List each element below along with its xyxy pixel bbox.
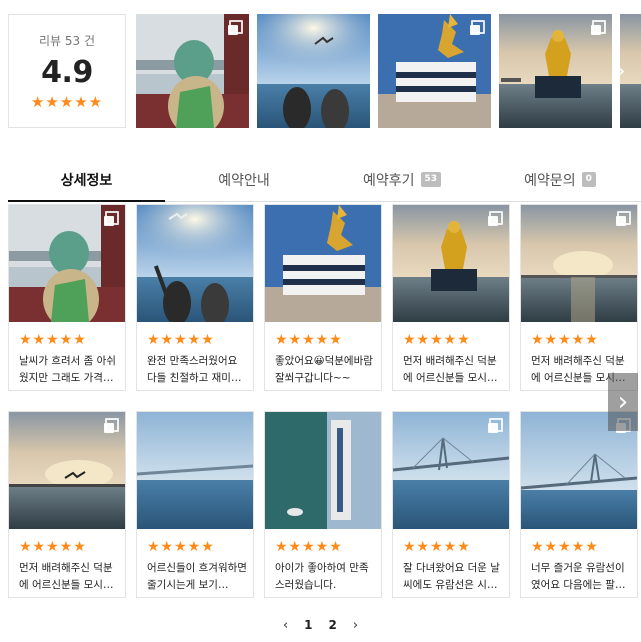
review-stars: ★★★★★	[275, 332, 343, 348]
multiple-photos-icon	[488, 211, 503, 226]
review-photo-strip	[136, 14, 641, 128]
multiple-photos-icon	[591, 20, 606, 35]
tab-label: 상세정보	[60, 173, 113, 189]
tab-reviews[interactable]: 예약후기 53	[323, 158, 481, 202]
review-card[interactable]: ★★★★★ 완전 만족스러웠어요 다들 친절하고 재미…	[136, 204, 254, 391]
average-score: 4.9	[41, 55, 93, 90]
review-card[interactable]: ★★★★★ 먼저 배려해주신 덕분에 어르신분들 모시…	[8, 411, 126, 598]
review-stars: ★★★★★	[19, 539, 87, 555]
chevron-left-icon[interactable]: ‹	[283, 618, 288, 633]
review-text: 먼저 배려해주신 덕분에 어르신분들 모시…	[19, 562, 114, 591]
review-photo	[521, 205, 637, 322]
review-photo	[137, 412, 253, 529]
review-card[interactable]: ★★★★★ 먼저 배려해주신 덕분에 어르신분들 모시…	[392, 204, 510, 391]
review-card[interactable]: ★★★★★ 좋았어요😀덕분에바람잘쐬구갑니다~~	[264, 204, 382, 391]
review-card[interactable]: ★★★★★ 잘 다녀왔어요 더운 날씨에도 유람선은 시…	[392, 411, 510, 598]
review-text: 너무 즐거운 유람선이였어요 다음에는 팔…	[531, 562, 626, 591]
review-stars: ★★★★★	[147, 539, 215, 555]
review-text: 아이가 좋아하여 만족스러웠습니다.	[275, 562, 369, 591]
review-stars: ★★★★★	[531, 539, 599, 555]
review-count: 리뷰 53 건	[38, 34, 96, 48]
rating-stars: ★★★★★	[30, 93, 104, 111]
multiple-photos-icon	[228, 20, 243, 35]
review-photo	[393, 412, 509, 529]
photo-thumbnail[interactable]	[378, 14, 491, 128]
page-2-link[interactable]: 2	[329, 618, 337, 632]
review-stars: ★★★★★	[275, 539, 343, 555]
multiple-photos-icon	[616, 211, 631, 226]
review-card[interactable]: ★★★★★ 날씨가 흐려서 좀 아쉬웠지만 그래도 가격…	[8, 204, 126, 391]
tab-label: 예약후기	[362, 173, 415, 189]
review-stars: ★★★★★	[403, 332, 471, 348]
review-count-badge: 53	[420, 172, 442, 187]
tab-detail-info[interactable]: 상세정보	[8, 158, 165, 202]
pagination: ‹ 1 2 ›	[0, 614, 641, 636]
tab-bar: 상세정보 예약안내 예약후기 53 예약문의 0	[8, 158, 641, 202]
multiple-photos-icon	[104, 418, 119, 433]
review-card[interactable]: ★★★★★ 너무 즐거운 유람선이였어요 다음에는 팔…	[520, 411, 638, 598]
tab-label: 예약문의	[524, 173, 576, 189]
page-1-link[interactable]: 1	[304, 618, 312, 632]
review-summary: 리뷰 53 건 4.9 ★★★★★	[8, 14, 126, 128]
review-card[interactable]: ★★★★★ 어르신들이 흐겨워하면 줄기시는게 보기…	[136, 411, 254, 598]
review-text: 완전 만족스러웠어요 다들 친절하고 재미…	[147, 355, 242, 384]
multiple-photos-icon	[104, 211, 119, 226]
review-card[interactable]: ★★★★★ 아이가 좋아하여 만족스러웠습니다.	[264, 411, 382, 598]
inquiry-count-badge: 0	[581, 172, 596, 187]
review-photo	[265, 205, 381, 322]
photo-thumbnail[interactable]	[136, 14, 249, 128]
tab-label: 예약안내	[218, 173, 270, 189]
chevron-right-icon[interactable]: ›	[608, 373, 638, 431]
review-photo	[9, 205, 125, 322]
review-text: 좋았어요😀덕분에바람잘쐬구갑니다~~	[275, 355, 373, 384]
chevron-right-icon[interactable]: ›	[353, 618, 358, 633]
review-photo	[137, 205, 253, 322]
review-photo	[393, 205, 509, 322]
tab-reservation-guide[interactable]: 예약안내	[165, 158, 323, 202]
review-stars: ★★★★★	[403, 539, 471, 555]
photo-thumbnail[interactable]	[499, 14, 612, 128]
tab-inquiries[interactable]: 예약문의 0	[481, 158, 639, 202]
review-photo	[265, 412, 381, 529]
review-text: 잘 다녀왔어요 더운 날씨에도 유람선은 시…	[403, 562, 500, 591]
review-stars: ★★★★★	[19, 332, 87, 348]
photo-thumbnail[interactable]	[257, 14, 370, 128]
review-photo	[9, 412, 125, 529]
review-text: 먼저 배려해주신 덕분에 어르신분들 모시…	[403, 355, 498, 384]
review-text: 날씨가 흐려서 좀 아쉬웠지만 그래도 가격…	[19, 355, 116, 384]
review-card[interactable]: ★★★★★ 먼저 배려해주신 덕분에 어르신분들 모시…	[520, 204, 638, 391]
chevron-right-icon[interactable]: ›	[612, 14, 630, 128]
review-stars: ★★★★★	[147, 332, 215, 348]
multiple-photos-icon	[470, 20, 485, 35]
multiple-photos-icon	[488, 418, 503, 433]
review-text: 어르신들이 흐겨워하면 줄기시는게 보기…	[147, 562, 247, 591]
review-stars: ★★★★★	[531, 332, 599, 348]
